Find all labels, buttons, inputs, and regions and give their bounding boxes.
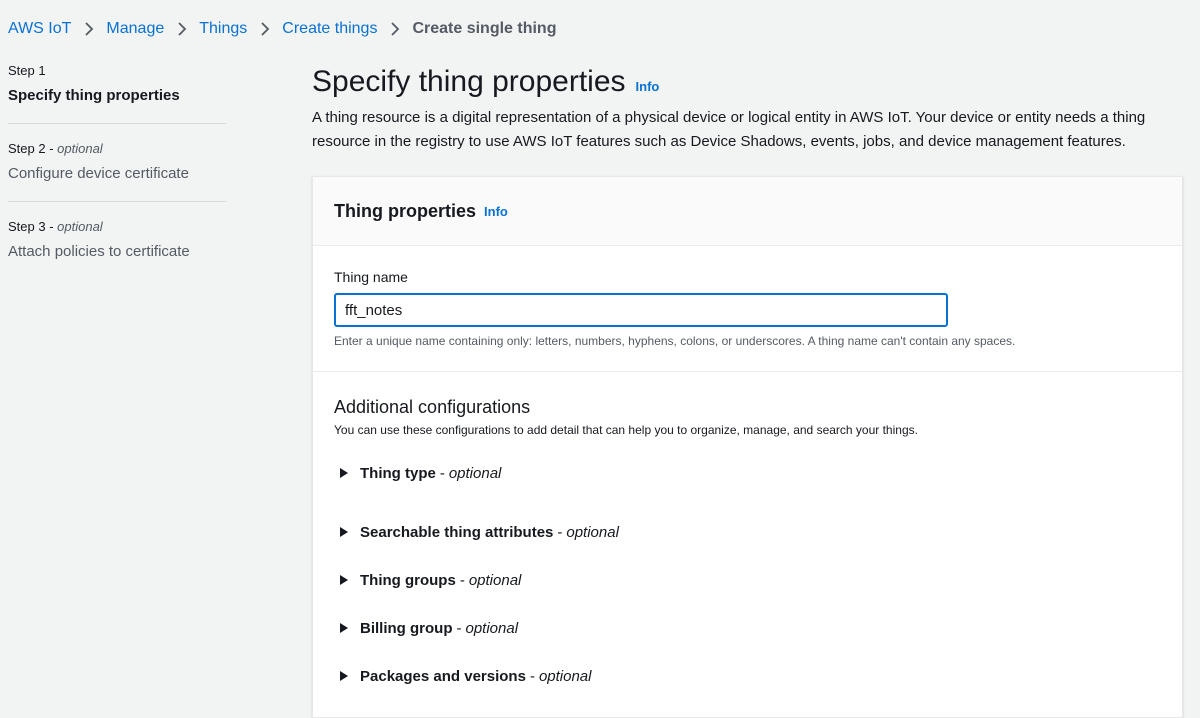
step-number: Step 3 - optional <box>8 219 103 234</box>
thing-name-hint: Enter a unique name containing only: let… <box>334 334 1016 348</box>
container-title: Thing properties <box>334 200 477 221</box>
caret-right-icon <box>340 671 348 681</box>
expander-billing-group[interactable]: Billing group - optional <box>334 604 1161 652</box>
additional-configurations-description: You can use these configurations to add … <box>334 423 918 437</box>
info-link[interactable]: Info <box>484 204 508 219</box>
page-description: A thing resource is a digital representa… <box>312 109 1146 150</box>
additional-configurations-title: Additional configurations <box>334 397 531 417</box>
thing-name-input[interactable] <box>334 293 948 327</box>
wizard-step-1: Step 1 Specify thing properties <box>8 62 226 124</box>
chevron-right-icon <box>71 22 106 36</box>
info-link[interactable]: Info <box>636 79 660 94</box>
expander-label: Packages and versions <box>360 667 526 685</box>
breadcrumb-create-things[interactable]: Create things <box>282 20 377 38</box>
caret-right-icon <box>340 575 348 585</box>
page-title: Specify thing properties <box>312 65 626 98</box>
expander-label: Billing group <box>360 619 453 637</box>
breadcrumb-current: Create single thing <box>412 20 557 37</box>
page-header: Specify thing properties Info <box>312 62 1192 102</box>
expander-label: Thing groups <box>360 571 456 589</box>
optional-label: optional <box>465 619 519 637</box>
thing-name-label: Thing name <box>334 269 408 285</box>
wizard-step-3: Step 3 - optional Attach policies to cer… <box>8 218 226 279</box>
container-header: Thing properties Info <box>313 177 1182 246</box>
wizard-steps: Step 1 Specify thing properties Step 2 -… <box>8 62 226 295</box>
breadcrumb-aws-iot[interactable]: AWS IoT <box>8 20 71 38</box>
expander-label: Thing type <box>360 464 436 482</box>
chevron-right-icon <box>377 22 412 36</box>
expander-list: Thing type - optional Searchable thing att… <box>334 460 1161 700</box>
optional-label: optional <box>538 667 592 685</box>
breadcrumb-things[interactable]: Things <box>199 20 247 38</box>
step-title: Attach policies to certificate <box>8 243 190 260</box>
thing-name-section: Thing name Enter a unique name containin… <box>313 246 1182 372</box>
expander-searchable-thing-attributes[interactable]: Searchable thing attributes - optional <box>334 508 1161 556</box>
expander-label: Searchable thing attributes <box>360 523 554 541</box>
expander-thing-type[interactable]: Thing type - optional <box>334 460 1161 486</box>
optional-label: optional <box>448 464 502 482</box>
caret-right-icon <box>340 623 348 633</box>
step-title: Specify thing properties <box>8 87 180 104</box>
step-number: Step 1 <box>8 63 46 78</box>
chevron-right-icon <box>164 22 199 36</box>
optional-label: optional <box>566 523 619 541</box>
breadcrumb-manage[interactable]: Manage <box>106 20 164 38</box>
wizard-step-2: Step 2 - optional Configure device certi… <box>8 140 226 202</box>
expander-packages-and-versions[interactable]: Packages and versions - optional <box>334 652 1161 700</box>
caret-right-icon <box>340 527 348 537</box>
main-content: Specify thing properties Info A thing re… <box>312 62 1192 154</box>
chevron-right-icon <box>247 22 282 36</box>
thing-properties-container: Thing properties Info Thing name Enter a… <box>312 176 1183 718</box>
caret-right-icon <box>340 468 348 478</box>
step-number: Step 2 - optional <box>8 141 103 156</box>
optional-label: optional <box>468 571 522 589</box>
additional-configurations-section: Additional configurations You can use th… <box>313 372 1182 700</box>
breadcrumb: AWS IoT Manage Things Create things Crea… <box>8 18 556 40</box>
step-title: Configure device certificate <box>8 165 189 182</box>
expander-thing-groups[interactable]: Thing groups - optional <box>334 556 1161 604</box>
